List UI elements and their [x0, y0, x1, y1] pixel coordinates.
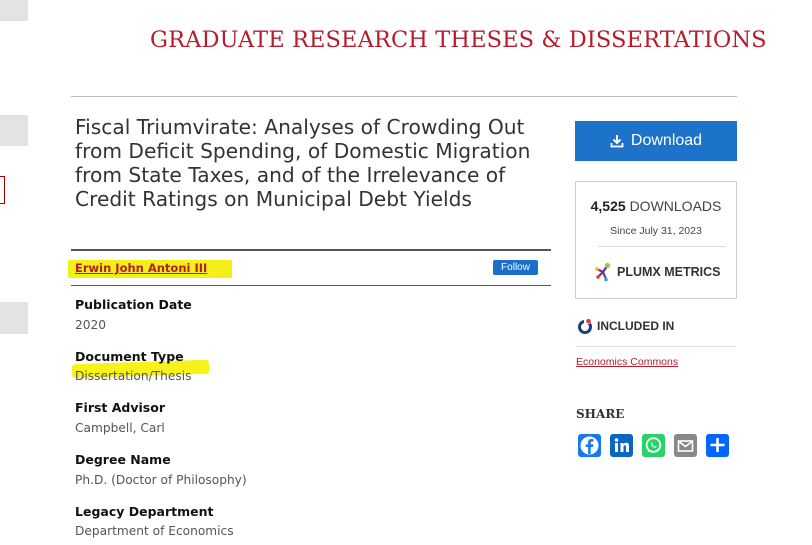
included-in-icon: [578, 318, 592, 334]
first-advisor-label: First Advisor: [75, 400, 166, 415]
share-icons: [578, 434, 729, 457]
linkedin-icon[interactable]: [610, 434, 633, 457]
divider: [71, 249, 551, 251]
first-advisor-value: Campbell, Carl: [75, 421, 165, 435]
download-icon: [610, 135, 624, 148]
economics-commons-link[interactable]: Economics Commons: [576, 356, 678, 368]
divider: [71, 285, 551, 286]
included-in-label: INCLUDED IN: [597, 319, 675, 333]
author-link[interactable]: Erwin John Antoni III: [75, 261, 207, 275]
plumx-icon: [595, 262, 611, 282]
plumx-metrics-link[interactable]: PLUMX METRICS: [594, 262, 720, 282]
share-heading: SHARE: [576, 407, 625, 421]
download-button[interactable]: Download: [575, 121, 737, 161]
legacy-department-value: Department of Economics: [75, 524, 234, 538]
download-label: Download: [630, 132, 703, 149]
divider: [576, 346, 736, 347]
left-panel-block: [0, 0, 28, 21]
facebook-icon[interactable]: [578, 434, 601, 457]
email-icon[interactable]: [674, 434, 697, 457]
follow-button[interactable]: Follow: [493, 260, 538, 275]
site-title[interactable]: GRADUATE RESEARCH THESES & DISSERTATIONS: [150, 27, 767, 53]
publication-date-value: 2020: [75, 318, 107, 332]
downloads-since: Since July 31, 2023: [610, 225, 702, 237]
download-stats-box: 4,525 DOWNLOADS Since July 31, 2023 PLUM…: [575, 181, 737, 299]
degree-name-label: Degree Name: [75, 452, 171, 467]
downloads-label: DOWNLOADS: [629, 198, 722, 214]
divider: [71, 96, 737, 97]
share-icon[interactable]: [706, 434, 729, 457]
left-panel-border: [0, 176, 5, 204]
document-type-label: Document Type: [75, 349, 184, 364]
downloads-number: 4,525: [590, 198, 626, 214]
left-panel-block: [0, 115, 28, 146]
left-panel-block: [0, 302, 28, 334]
document-title: Fiscal Triumvirate: Analyses of Crowding…: [75, 115, 531, 211]
whatsapp-icon[interactable]: [642, 434, 665, 457]
divider: [598, 246, 726, 247]
publication-date-label: Publication Date: [75, 297, 192, 312]
document-type-value: Dissertation/Thesis: [75, 369, 192, 383]
downloads-count: 4,525 DOWNLOADS: [576, 198, 736, 214]
plumx-label: PLUMX METRICS: [617, 265, 721, 279]
included-in-heading: INCLUDED IN: [577, 318, 674, 334]
degree-name-value: Ph.D. (Doctor of Philosophy): [75, 473, 247, 487]
legacy-department-label: Legacy Department: [75, 504, 214, 519]
